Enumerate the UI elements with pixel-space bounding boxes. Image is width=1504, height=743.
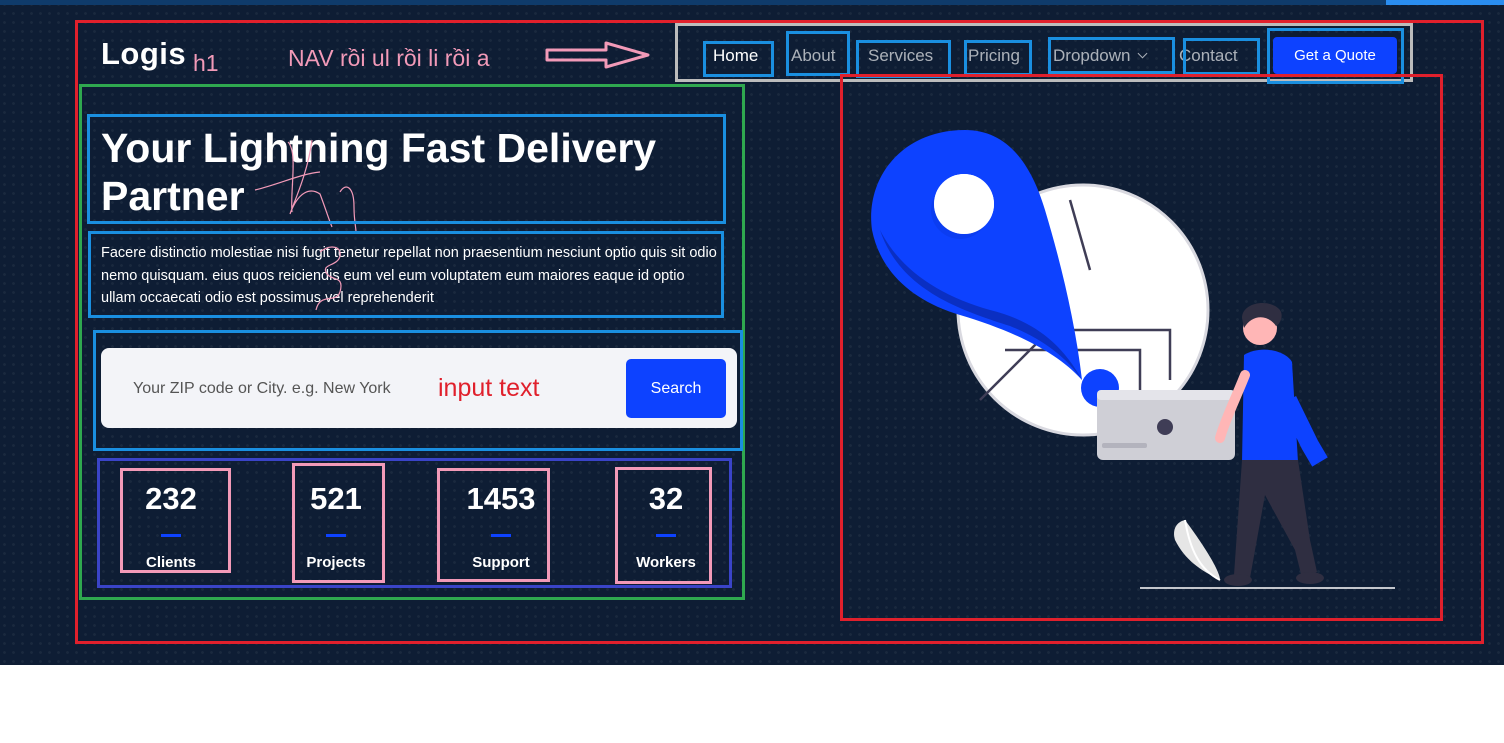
stat-label: Clients <box>145 554 196 571</box>
stat-divider <box>656 534 676 537</box>
stat-workers: 32 Workers <box>596 481 736 571</box>
annotation-nav-note: NAV rồi ul rồi li rồi a <box>288 45 490 71</box>
stat-label: Projects <box>306 554 366 571</box>
annotation-h1-note: h1 <box>193 50 219 76</box>
top-strip <box>0 0 1504 5</box>
site-logo[interactable]: Logis <box>101 36 186 72</box>
stat-value: 521 <box>310 481 362 516</box>
annotation-arrow-icon <box>545 41 650 69</box>
hero-title: Your Lightning Fast Delivery Partner <box>101 125 657 219</box>
zip-city-input[interactable] <box>131 372 435 406</box>
nav-services[interactable]: Services <box>868 46 933 66</box>
hero-section: Logis h1 NAV rồi ul rồi li rồi a Home Ab… <box>0 0 1504 665</box>
nav-home[interactable]: Home <box>713 46 758 66</box>
stat-value: 232 <box>145 481 197 516</box>
stat-clients: 232 Clients <box>101 481 241 571</box>
stat-label: Support <box>472 554 530 571</box>
stat-label: Workers <box>636 554 696 571</box>
get-a-quote-button[interactable]: Get a Quote <box>1273 37 1397 74</box>
stat-support: 1453 Support <box>431 481 571 571</box>
delivery-illustration <box>871 130 1395 589</box>
stat-divider <box>491 534 511 537</box>
chevron-down-icon <box>1137 48 1147 59</box>
nav-dropdown[interactable]: Dropdown <box>1053 46 1147 66</box>
annotation-input-note: input text <box>438 374 540 402</box>
stat-value: 32 <box>648 481 684 516</box>
stat-projects: 521 Projects <box>266 481 406 571</box>
top-strip-highlight <box>1386 0 1504 5</box>
nav-dropdown-label: Dropdown <box>1053 46 1131 65</box>
nav-contact[interactable]: Contact <box>1179 46 1238 66</box>
stat-divider <box>326 534 346 537</box>
stat-value: 1453 <box>466 481 536 516</box>
nav-pricing[interactable]: Pricing <box>968 46 1020 66</box>
hero-description: Facere distinctio molestiae nisi fugit t… <box>101 245 717 306</box>
search-button[interactable]: Search <box>626 359 726 418</box>
handwritten-scribble <box>254 139 357 311</box>
search-form: Search <box>101 348 737 428</box>
nav-about[interactable]: About <box>791 46 835 66</box>
stat-divider <box>161 534 181 537</box>
